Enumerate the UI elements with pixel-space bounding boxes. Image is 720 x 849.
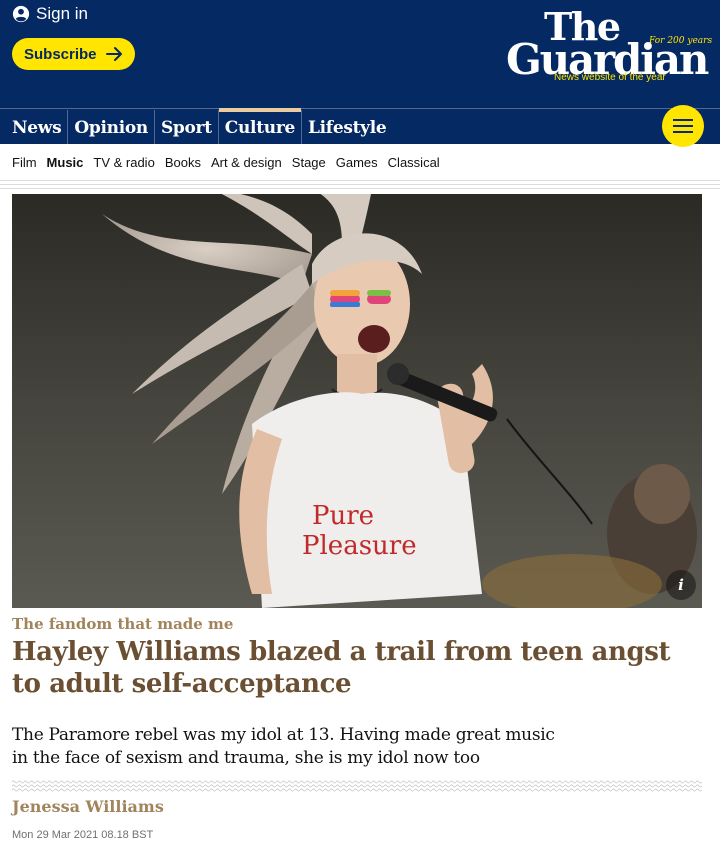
user-icon [12, 5, 30, 23]
pillar-news[interactable]: News [6, 110, 69, 144]
subnav-item-classical[interactable]: Classical [388, 155, 440, 170]
subnav-item-stage[interactable]: Stage [292, 155, 326, 170]
subnav-item-books[interactable]: Books [165, 155, 201, 170]
subnav-item-art-design[interactable]: Art & design [211, 155, 282, 170]
subnav-item-film[interactable]: Film [12, 155, 37, 170]
sign-in-label: Sign in [36, 4, 88, 23]
subscribe-button[interactable]: Subscribe [12, 38, 135, 70]
subnav-item-games[interactable]: Games [336, 155, 378, 170]
menu-button[interactable] [662, 105, 704, 147]
pillar-sport[interactable]: Sport [155, 110, 219, 144]
info-icon[interactable]: i [666, 570, 696, 600]
divider [0, 188, 720, 189]
squiggle-divider [12, 780, 702, 794]
pillar-opinion[interactable]: Opinion [68, 110, 155, 144]
pillar-culture[interactable]: Culture [218, 108, 302, 144]
headline: Hayley Williams blazed a trail from teen… [12, 637, 671, 699]
nav-divider [0, 108, 720, 109]
hamburger-icon-line [673, 131, 693, 133]
divider [0, 180, 720, 181]
shirt-text-line1: Pure [312, 501, 374, 531]
subnav-item-music[interactable]: Music [47, 155, 84, 170]
hamburger-icon-line [673, 119, 693, 121]
masthead: Sign in Subscribe The For 200 years Guar… [0, 0, 720, 147]
pillar-lifestyle[interactable]: Lifestyle [302, 110, 392, 144]
byline-author[interactable]: Jenessa Williams [12, 797, 164, 816]
logo-tagline: News website of the year [554, 72, 666, 83]
performer-photo: Pure Pleasure [12, 194, 702, 608]
pillar-nav: News Opinion Sport Culture Lifestyle [6, 108, 392, 144]
subnav-item-tv-radio[interactable]: TV & radio [93, 155, 154, 170]
guardian-logo[interactable]: The For 200 years Guardian News website … [506, 8, 712, 86]
hamburger-icon-line [673, 125, 693, 127]
arrow-right-icon [106, 47, 122, 61]
hero-image: Pure Pleasure i [12, 194, 702, 608]
sign-in-link[interactable]: Sign in [12, 4, 88, 24]
shirt-text-line2: Pleasure [302, 531, 417, 561]
divider [0, 184, 720, 185]
series-kicker[interactable]: The fandom that made me [12, 615, 233, 633]
publish-date: Mon 29 Mar 2021 08.18 BST [12, 829, 154, 841]
subscribe-label: Subscribe [24, 45, 97, 63]
subnav: Film Music TV & radio Books Art & design… [12, 155, 440, 170]
standfirst: The Paramore rebel was my idol at 13. Ha… [12, 725, 555, 768]
